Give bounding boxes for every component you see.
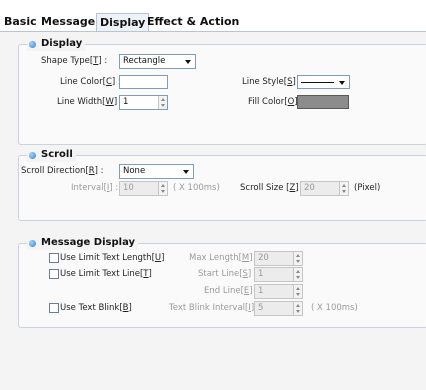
fill-color-swatch[interactable] [297,95,349,109]
scroll-group-title-text: Scroll [41,149,73,160]
scroll-size-spinner[interactable]: 20 [300,181,349,196]
tab-bar: Basic Message Display Effect & Action [0,0,426,32]
shape-type-label: Shape Type[T] : [41,56,108,66]
message-display-group-title-text: Message Display [41,237,136,248]
scroll-size-value: 20 [304,183,315,193]
spinner-buttons[interactable] [293,268,302,281]
line-style-label: Line Style[S] : [242,77,301,87]
interval-spinner[interactable]: 10 [119,181,168,196]
start-line-spinner[interactable]: 1 [254,267,303,282]
use-limit-text-line-label[interactable]: Use Limit Text Line[T] [60,268,152,280]
interval-unit: ( X 100ms) [173,183,220,193]
scroll-size-label: Scroll Size [Z] : [240,183,304,193]
chevron-down-icon [185,60,191,64]
start-line-value: 1 [258,269,264,279]
tab-basic[interactable]: Basic [1,13,40,31]
spin-down-icon [296,260,300,263]
spin-up-icon [161,184,165,187]
tab-effect-action[interactable]: Effect & Action [144,13,242,31]
spinner-buttons[interactable] [158,182,167,195]
text-blink-interval-unit: ( X 100ms) [311,303,358,313]
use-text-blink-label[interactable]: Use Text Blink[B] [60,302,132,314]
chevron-down-icon [339,81,345,85]
text-blink-interval-spinner[interactable]: 5 [254,301,303,316]
shape-type-value: Rectangle [123,56,166,66]
use-limit-text-line-checkbox[interactable] [49,269,59,279]
display-group-title: Display [27,37,86,51]
text-blink-interval-value: 5 [258,303,264,313]
spinner-buttons[interactable] [339,182,348,195]
end-line-value: 1 [258,286,264,296]
scroll-direction-select[interactable]: None [119,164,194,179]
spin-up-icon [296,254,300,257]
chevron-down-icon [183,170,189,174]
spinner-buttons[interactable] [293,302,302,315]
shape-type-select[interactable]: Rectangle [119,54,196,69]
spin-up-icon [342,184,346,187]
use-limit-text-length-checkbox[interactable] [49,253,59,263]
spinner-buttons[interactable] [293,252,302,265]
max-length-spinner[interactable]: 20 [254,251,303,266]
solid-line-icon [301,82,334,83]
spin-up-icon [296,270,300,273]
end-line-spinner[interactable]: 1 [254,284,303,299]
max-length-value: 20 [258,253,269,263]
spin-up-icon [161,98,165,101]
interval-label: Interval[I] : [71,183,119,193]
interval-value: 10 [123,183,134,193]
scroll-group: Scroll Scroll Direction[R] : None Interv… [18,148,426,221]
spinner-buttons[interactable] [158,96,167,109]
tab-display[interactable]: Display [96,13,150,32]
line-width-label: Line Width[W] : [57,97,123,107]
scroll-group-title: Scroll [27,148,76,162]
message-display-group-title: Message Display [27,236,139,250]
display-group-title-text: Display [41,38,83,49]
bullet-icon [29,41,36,48]
spin-down-icon [342,190,346,193]
line-color-swatch[interactable] [119,75,168,89]
spin-down-icon [161,104,165,107]
line-width-spinner[interactable]: 1 [119,95,168,110]
fill-color-label: Fill Color[O] : [248,97,303,107]
scroll-size-unit: (Pixel) [354,183,381,193]
line-width-value: 1 [123,97,129,107]
scroll-direction-label: Scroll Direction[R] : [21,166,104,176]
spin-down-icon [296,276,300,279]
max-length-label: Max Length[M] : [189,253,258,263]
display-group: Display Shape Type[T] : Rectangle Line C… [18,37,426,145]
spinner-buttons[interactable] [293,285,302,298]
end-line-label: End Line[E] : [204,286,258,296]
message-display-group: Message Display Use Limit Text Length[U]… [18,236,426,328]
spin-down-icon [296,310,300,313]
spin-down-icon [296,293,300,296]
scroll-direction-value: None [123,166,146,176]
bullet-icon [29,152,36,159]
spin-down-icon [161,190,165,193]
use-limit-text-length-label[interactable]: Use Limit Text Length[U] [60,252,164,264]
spin-up-icon [296,304,300,307]
use-text-blink-checkbox[interactable] [49,303,59,313]
start-line-label: Start Line[S] : [198,269,257,279]
tab-message[interactable]: Message [38,13,98,31]
line-color-label: Line Color[C] : [60,77,121,87]
bullet-icon [29,240,36,247]
spin-up-icon [296,287,300,290]
text-blink-interval-label: Text Blink Interval[I] : [169,303,260,313]
line-style-select[interactable] [297,75,350,89]
